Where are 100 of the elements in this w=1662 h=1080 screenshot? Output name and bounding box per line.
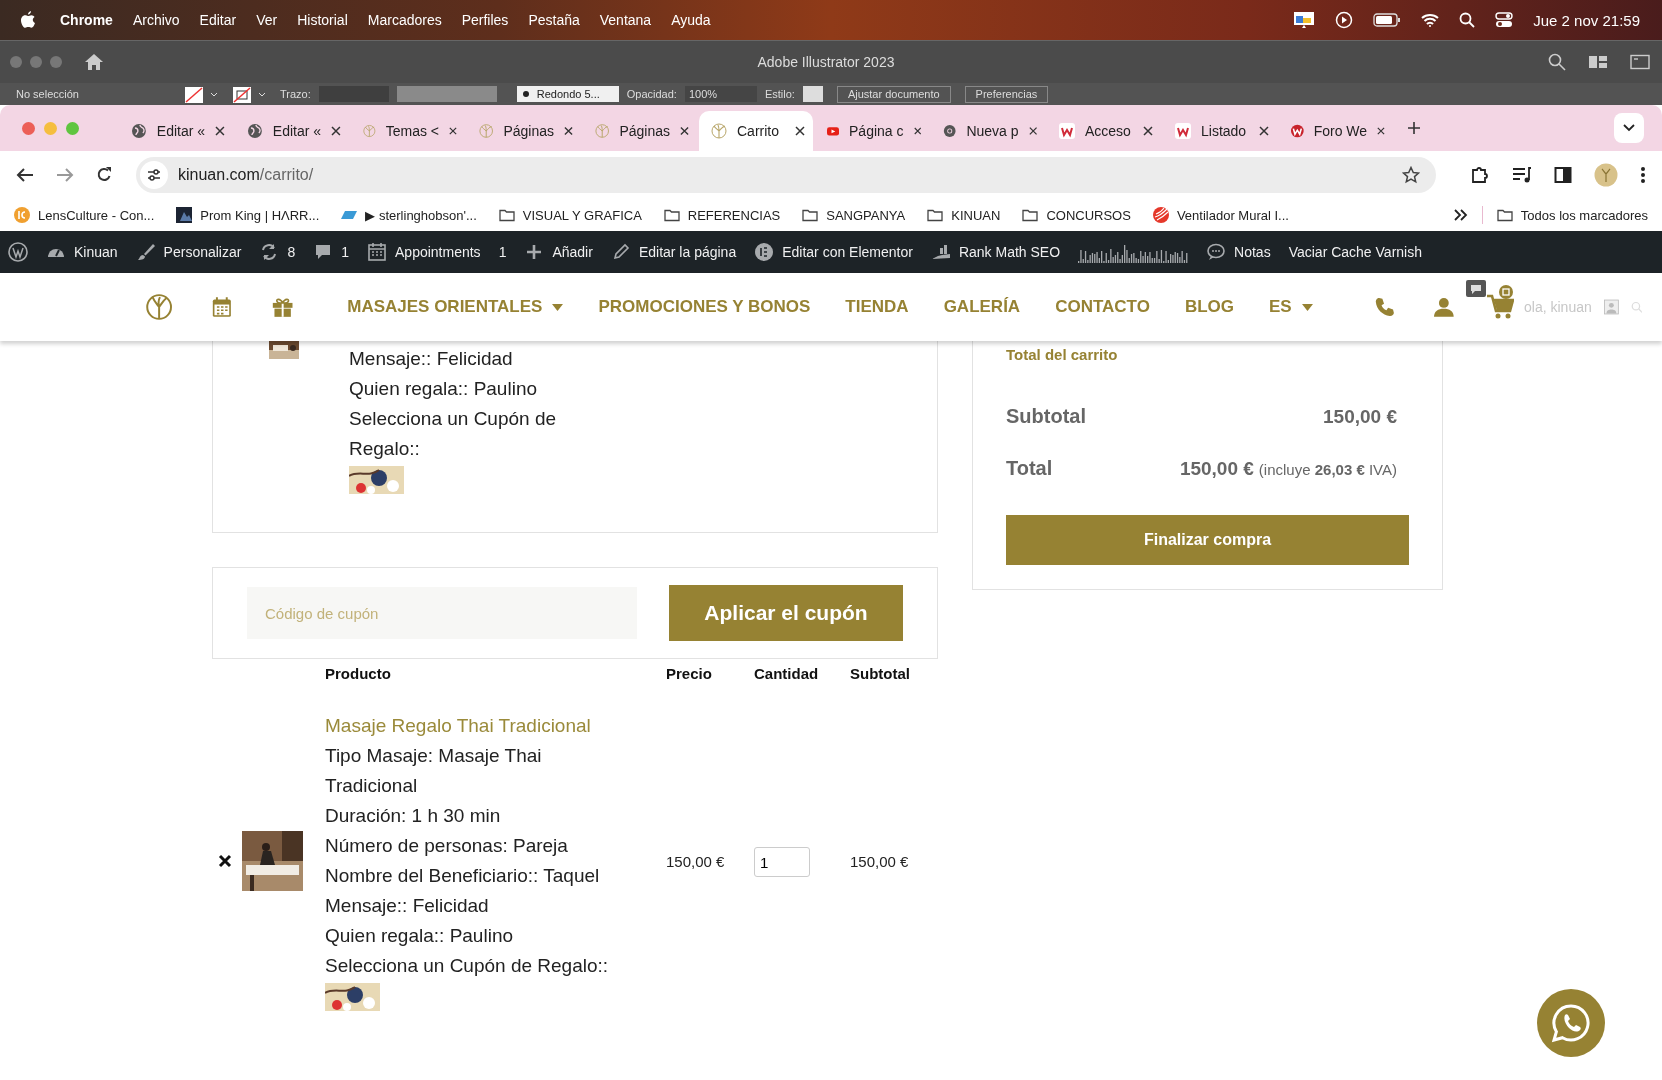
play-icon[interactable] (1335, 11, 1354, 29)
home-icon[interactable] (84, 53, 104, 71)
admin-bar-item[interactable]: 8 (259, 242, 296, 262)
menu-item[interactable]: Ventana (599, 12, 652, 28)
wifi-icon[interactable] (1421, 13, 1440, 27)
admin-bar-item[interactable]: Vaciar Cache Varnish (1288, 244, 1422, 260)
more-options-icon[interactable] (1640, 166, 1646, 184)
admin-bar-item[interactable]: Rank Math SEO (930, 242, 1061, 262)
quantity-field[interactable]: 1 (754, 847, 810, 877)
control-center-icon[interactable] (1495, 12, 1514, 28)
browser-tab[interactable]: Nueva p (931, 111, 1045, 151)
variable-width-field[interactable] (396, 86, 497, 102)
admin-bar-item[interactable]: Kinuan (46, 242, 118, 262)
cart-icon[interactable] (1486, 294, 1515, 320)
browser-tab[interactable]: Carrito (699, 111, 813, 151)
forward-icon[interactable] (56, 167, 74, 183)
nav-link[interactable]: CONTACTO (1055, 297, 1150, 317)
close-icon[interactable] (1143, 126, 1153, 136)
admin-bar-item[interactable]: Notas (1206, 242, 1271, 262)
bookmark[interactable]: SANGPANYA (802, 207, 906, 223)
close-icon[interactable] (331, 126, 341, 136)
close-icon[interactable] (1259, 126, 1269, 136)
admin-bar-item[interactable]: Personalizar (135, 242, 242, 262)
checkout-button[interactable]: Finalizar compra (1006, 515, 1409, 565)
address-bar[interactable]: kinuan.com/carrito/ (136, 157, 1436, 193)
brush-dropdown[interactable]: Redondo 5... (516, 86, 619, 102)
close-icon[interactable] (1377, 126, 1385, 136)
nav-link[interactable]: BLOG (1184, 297, 1234, 317)
opacity-field[interactable]: 100% (684, 86, 757, 102)
screen-share-icon[interactable] (1293, 11, 1316, 29)
close-icon[interactable] (680, 126, 689, 136)
battery-icon[interactable] (1373, 13, 1402, 27)
admin-bar-item[interactable]: 1 (313, 242, 349, 262)
nav-link[interactable]: GALERÍA (943, 297, 1021, 317)
browser-tab[interactable]: Páginas (583, 111, 697, 151)
chat-icon[interactable] (1466, 280, 1487, 300)
toolbar-button[interactable]: Preferencias (964, 85, 1049, 103)
puzzle-icon[interactable] (1470, 165, 1490, 185)
nav-link[interactable]: TIENDA (845, 297, 909, 317)
menu-item[interactable]: Pestaña (528, 12, 580, 28)
bookmark[interactable]: Prom King | HΛRR... (176, 207, 320, 223)
browser-tab[interactable]: Página c (815, 111, 929, 151)
bookmark[interactable]: Ventilador Mural I... (1152, 207, 1289, 223)
apple-logo-icon[interactable] (20, 11, 36, 29)
admin-bar-item[interactable]: Añadir (524, 242, 593, 262)
app-menu[interactable]: Chrome (60, 12, 113, 28)
search-icon[interactable] (1548, 53, 1566, 71)
bookmark-star-icon[interactable] (1402, 166, 1420, 184)
admin-bar-item[interactable]: Appointments (367, 242, 481, 262)
bookmark[interactable]: LensCulture - Con... (14, 207, 155, 223)
menu-item[interactable]: Perfiles (461, 12, 509, 28)
browser-tab[interactable]: Foro We (1279, 111, 1393, 151)
apply-coupon-button[interactable]: Aplicar el cupón (669, 585, 903, 641)
clock[interactable]: Jue 2 nov 21:59 (1533, 11, 1640, 29)
more-bookmarks-icon[interactable] (1453, 209, 1468, 221)
nav-link[interactable]: MASAJES ORIENTALES (347, 297, 564, 317)
tab-search-button[interactable] (1614, 113, 1644, 143)
menu-item[interactable]: Archivo (132, 12, 180, 28)
admin-bar-item[interactable] (8, 242, 28, 262)
all-bookmarks-folder[interactable]: Todos los marcadores (1496, 207, 1648, 223)
admin-bar-item[interactable]: 1 (498, 244, 507, 260)
layout-icon[interactable] (1588, 54, 1608, 70)
style-swatch[interactable] (802, 86, 823, 102)
menu-item[interactable]: Marcadores (367, 12, 442, 28)
side-panel-icon[interactable] (1554, 166, 1572, 184)
close-icon[interactable] (795, 126, 805, 136)
calendar-icon[interactable] (212, 294, 232, 320)
back-icon[interactable] (16, 167, 34, 183)
close-icon[interactable] (449, 126, 457, 136)
menu-item[interactable]: Historial (297, 12, 348, 28)
bookmark[interactable]: ▶ sterlinghobson'... (341, 207, 477, 223)
menu-item[interactable]: Editar (199, 12, 237, 28)
remove-icon[interactable] (218, 854, 232, 868)
browser-tab[interactable]: Listado (1163, 111, 1277, 151)
menu-item[interactable]: Ver (256, 12, 278, 28)
new-tab-icon[interactable] (1407, 121, 1421, 135)
bookmark[interactable]: CONCURSOS (1022, 207, 1131, 223)
reload-icon[interactable] (96, 167, 112, 183)
browser-tab[interactable]: Acceso (1047, 111, 1161, 151)
close-icon[interactable] (1028, 126, 1037, 136)
avatar-icon[interactable] (1594, 163, 1618, 187)
close-icon[interactable] (913, 126, 921, 136)
close-icon[interactable] (564, 126, 573, 136)
toolbar-button[interactable]: Ajustar documento (836, 85, 951, 103)
browser-tab[interactable]: Páginas (467, 111, 581, 151)
nav-link[interactable]: ES (1269, 297, 1313, 317)
bookmark[interactable]: REFERENCIAS (663, 207, 781, 223)
browser-tab[interactable]: Editar « (235, 111, 349, 151)
coupon-code-field[interactable]: Código de cupón (247, 587, 637, 639)
phone-icon[interactable] (1374, 295, 1395, 319)
admin-bar-item[interactable]: Editar con Elementor (754, 242, 913, 262)
browser-tab[interactable]: Temas < (351, 111, 465, 151)
bookmark[interactable]: KINUAN (927, 207, 1001, 223)
nav-link[interactable]: PROMOCIONES Y BONOS (598, 297, 811, 317)
site-settings-icon[interactable] (140, 161, 168, 189)
menu-item[interactable]: Ayuda (671, 12, 711, 28)
search-icon[interactable] (1459, 12, 1476, 28)
browser-tab[interactable]: Editar « (119, 111, 233, 151)
gift-icon[interactable] (271, 295, 294, 319)
media-queue-icon[interactable] (1512, 166, 1532, 184)
